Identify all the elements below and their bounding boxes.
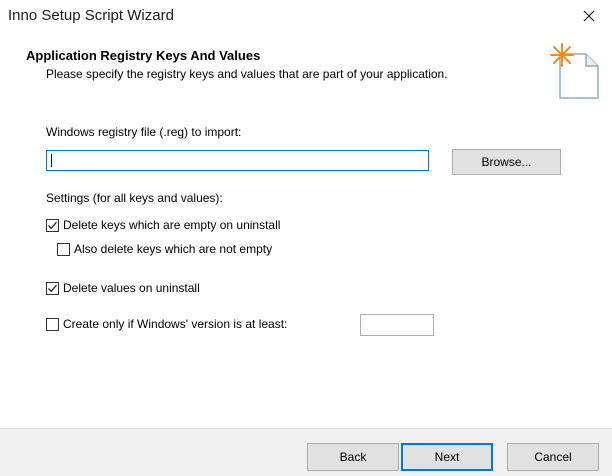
- checkbox-box: [46, 218, 59, 232]
- min-version-label: Create only if Windows' version is at le…: [63, 317, 288, 331]
- text-caret: [51, 154, 52, 167]
- registry-file-input[interactable]: [46, 150, 429, 171]
- delete-nonempty-keys-checkbox[interactable]: Also delete keys which are not empty: [57, 242, 272, 256]
- next-button[interactable]: Next: [401, 443, 493, 471]
- page-header: Application Registry Keys And Values Ple…: [0, 34, 612, 104]
- window-title: Inno Setup Script Wizard: [8, 7, 174, 24]
- close-icon: [583, 10, 595, 22]
- checkmark-icon: [48, 284, 57, 292]
- page-subtitle: Please specify the registry keys and val…: [46, 67, 448, 81]
- checkbox-box: [46, 317, 59, 331]
- delete-nonempty-keys-label: Also delete keys which are not empty: [74, 242, 273, 256]
- min-version-checkbox[interactable]: Create only if Windows' version is at le…: [46, 317, 287, 331]
- delete-values-checkbox[interactable]: Delete values on uninstall: [46, 281, 200, 295]
- cancel-button[interactable]: Cancel: [507, 443, 599, 471]
- browse-button[interactable]: Browse...: [452, 149, 561, 175]
- registry-file-label: Windows registry file (.reg) to import:: [46, 125, 242, 139]
- back-button[interactable]: Back: [307, 443, 399, 471]
- checkbox-box: [57, 242, 70, 256]
- checkbox-box: [46, 281, 59, 295]
- cancel-button-label: Cancel: [534, 450, 572, 464]
- button-bar: Back Next Cancel: [0, 428, 612, 476]
- wizard-document-icon: [550, 43, 599, 99]
- settings-label: Settings (for all keys and values):: [46, 191, 223, 205]
- min-version-input[interactable]: [360, 314, 434, 336]
- next-button-label: Next: [434, 450, 460, 464]
- close-button[interactable]: [566, 0, 612, 32]
- title-bar: Inno Setup Script Wizard: [0, 0, 612, 34]
- page-title: Application Registry Keys And Values: [26, 48, 261, 63]
- browse-button-label: Browse...: [481, 155, 532, 169]
- delete-empty-keys-checkbox[interactable]: Delete keys which are empty on uninstall: [46, 218, 280, 232]
- delete-empty-keys-label: Delete keys which are empty on uninstall: [63, 218, 281, 232]
- back-button-label: Back: [339, 450, 367, 464]
- checkmark-icon: [48, 221, 57, 229]
- delete-values-label: Delete values on uninstall: [63, 281, 200, 295]
